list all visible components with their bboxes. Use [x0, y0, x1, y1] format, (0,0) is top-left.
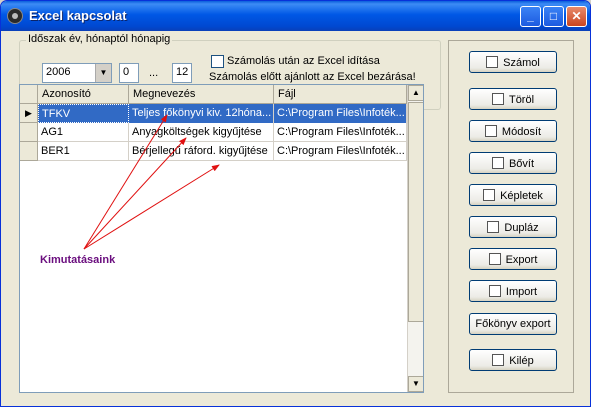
scroll-down-icon[interactable]: ▼: [408, 376, 423, 392]
calculate-button[interactable]: Számol: [469, 51, 557, 73]
eraser-icon: [491, 93, 504, 105]
range-separator: ...: [149, 67, 159, 79]
year-select[interactable]: 2006 ▼: [42, 63, 112, 83]
chevron-down-icon[interactable]: ▼: [95, 64, 111, 82]
cell-name[interactable]: Anyagköltségek kigyűjtése: [129, 123, 274, 142]
column-header-name[interactable]: Megnevezés: [129, 85, 274, 104]
scroll-up-icon[interactable]: ▲: [408, 85, 423, 101]
cell-id[interactable]: AG1: [38, 123, 129, 142]
table-row[interactable]: BER1 Bérjellegű ráford. kigyűjtése C:\Pr…: [38, 142, 407, 161]
table-row[interactable]: TFKV Teljes főkönyvi kiv. 12hóna... C:\P…: [38, 104, 407, 123]
calculate-label: Számol: [503, 57, 540, 69]
column-header-id[interactable]: Azonosító: [38, 85, 129, 104]
formulas-label: Képletek: [500, 190, 543, 202]
export-label: Export: [505, 254, 538, 266]
delete-label: Töröl: [508, 94, 535, 106]
excel-connection-window: Excel kapcsolat _ □ ✕ 2006 ▼ 0 ... 12 Sz…: [0, 0, 591, 407]
extend-label: Bővít: [508, 158, 535, 170]
row-indicator: [20, 142, 38, 161]
edit-icon: [484, 125, 497, 137]
import-icon: [488, 285, 501, 297]
door-icon: [492, 354, 505, 366]
cell-file[interactable]: C:\Program Files\Infoték...: [274, 104, 407, 123]
vertical-scrollbar[interactable]: ▲ ▼: [407, 85, 423, 392]
open-excel-label[interactable]: Számolás után az Excel idítása: [227, 55, 380, 67]
client-area: 2006 ▼ 0 ... 12 Számolás után az Excel i…: [4, 31, 587, 405]
exit-label: Kilép: [509, 355, 534, 367]
cell-id[interactable]: BER1: [38, 142, 129, 161]
ledger-export-button[interactable]: Főkönyv export: [469, 313, 557, 335]
app-icon[interactable]: [7, 8, 23, 24]
reports-grid[interactable]: Azonosító Megnevezés Fájl ▶ TFKV Teljes …: [19, 84, 424, 393]
import-label: Import: [505, 286, 538, 298]
current-row-indicator: ▶: [20, 104, 38, 123]
window-title: Excel kapcsolat: [29, 8, 127, 23]
cell-file[interactable]: C:\Program Files\Infoték...: [274, 123, 407, 142]
modify-button[interactable]: Módosít: [469, 120, 557, 142]
import-button[interactable]: Import: [469, 280, 557, 302]
close-excel-warning: Számolás előtt ajánlott az Excel bezárás…: [209, 71, 416, 83]
cell-name[interactable]: Teljes főkönyvi kiv. 12hóna...: [129, 104, 274, 123]
title-bar[interactable]: Excel kapcsolat _ □ ✕: [1, 1, 590, 31]
minimize-button[interactable]: _: [520, 6, 541, 27]
grid-corner: [20, 85, 38, 104]
formulas-button[interactable]: Képletek: [469, 184, 557, 206]
delete-button[interactable]: Töröl: [469, 88, 557, 110]
duplicate-label: Dupláz: [504, 222, 539, 234]
month-from-input[interactable]: 0: [119, 63, 139, 83]
export-button[interactable]: Export: [469, 248, 557, 270]
duplicate-button[interactable]: Dupláz: [469, 216, 557, 238]
period-group-label: Időszak év, hónaptól hónapig: [26, 33, 173, 45]
column-header-file[interactable]: Fájl: [274, 85, 407, 104]
copy-icon: [487, 221, 500, 233]
table-row[interactable]: AG1 Anyagköltségek kigyűjtése C:\Program…: [38, 123, 407, 142]
actions-panel: Számol Töröl Módosít Bővít Képletek Dupl…: [448, 40, 574, 393]
modify-label: Módosít: [501, 126, 542, 138]
annotation-label: Kimutatásaink: [40, 254, 116, 266]
cell-id[interactable]: TFKV: [38, 104, 129, 123]
extend-button[interactable]: Bővít: [469, 152, 557, 174]
cell-file[interactable]: C:\Program Files\Infoték...: [274, 142, 407, 161]
month-to-input[interactable]: 12: [172, 63, 192, 83]
calculator-icon: [486, 56, 499, 68]
scroll-thumb[interactable]: [408, 102, 423, 322]
cell-name[interactable]: Bérjellegű ráford. kigyűjtése: [129, 142, 274, 161]
exit-button[interactable]: Kilép: [469, 349, 557, 371]
year-value: 2006: [46, 66, 71, 78]
maximize-button[interactable]: □: [543, 6, 564, 27]
export-icon: [488, 253, 501, 265]
row-indicator: [20, 123, 38, 142]
close-button[interactable]: ✕: [566, 6, 587, 27]
open-excel-checkbox[interactable]: [211, 55, 224, 68]
add-icon: [491, 157, 504, 169]
document-icon: [483, 189, 496, 201]
